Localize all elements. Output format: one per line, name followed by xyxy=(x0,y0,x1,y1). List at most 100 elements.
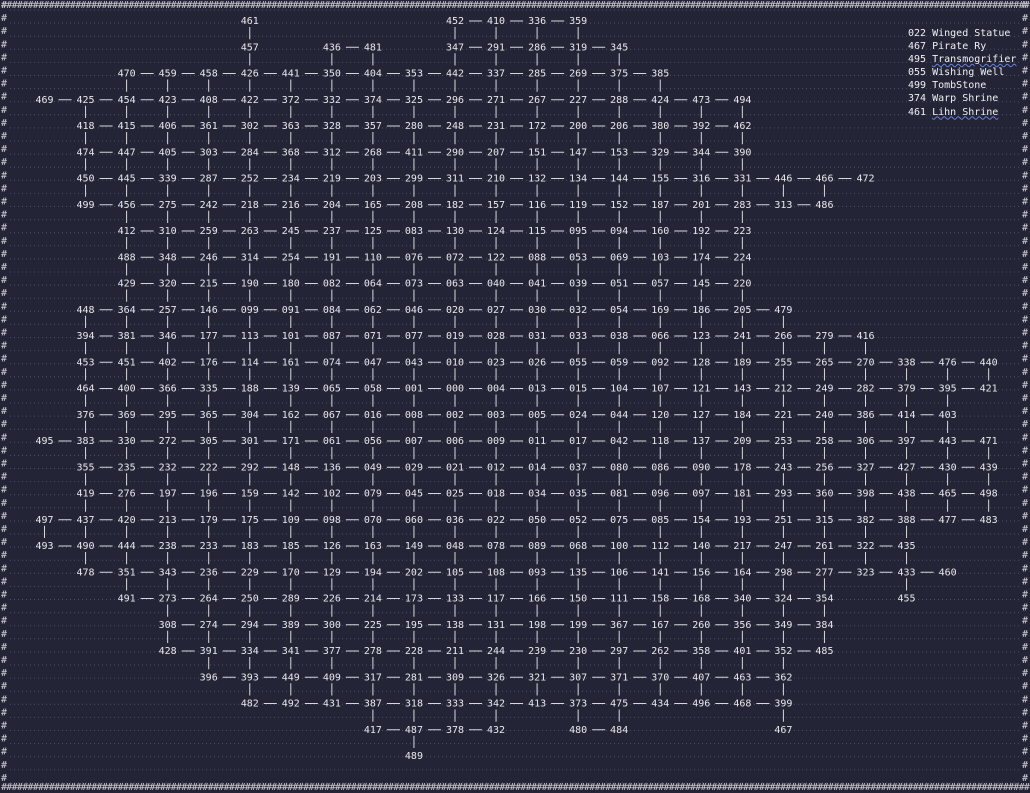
border-char: # xyxy=(1022,367,1028,378)
map-room: 181 xyxy=(733,489,751,500)
map-room: 240 xyxy=(815,410,833,421)
map-room: 051 xyxy=(610,279,628,290)
border-char: # xyxy=(1,642,7,653)
map-room: 361 xyxy=(200,121,218,132)
map-room: 465 xyxy=(939,489,957,500)
map-room: 412 xyxy=(118,226,136,237)
map-room: 293 xyxy=(774,489,792,500)
border-char: # xyxy=(1,183,7,194)
map-room: 182 xyxy=(446,200,464,211)
map-room: 324 xyxy=(774,594,792,605)
map-room: 042 xyxy=(610,436,628,447)
map-room: 007 xyxy=(405,436,423,447)
map-room: 452 xyxy=(446,16,464,27)
border-char: # xyxy=(1,694,7,705)
map-room: 154 xyxy=(692,515,710,526)
map-room: 257 xyxy=(159,305,177,316)
map-room: 309 xyxy=(446,672,464,683)
map-room: 399 xyxy=(774,699,792,710)
map-room: 159 xyxy=(241,489,259,500)
map-room: 224 xyxy=(733,252,751,263)
border-char: # xyxy=(1022,721,1028,732)
map-room: 389 xyxy=(282,620,300,631)
legend-item: 374 Warp Shrine xyxy=(908,92,1016,105)
map-room: 018 xyxy=(487,489,505,500)
map-room: 091 xyxy=(282,305,300,316)
map-room: 082 xyxy=(323,279,341,290)
map-room: 495 xyxy=(35,436,53,447)
map-room: 225 xyxy=(364,620,382,631)
map-room: 299 xyxy=(405,174,423,185)
map-room: 056 xyxy=(364,436,382,447)
map-room: 083 xyxy=(405,226,423,237)
map-room: 081 xyxy=(610,489,628,500)
map-room: 445 xyxy=(118,174,136,185)
map-room: 106 xyxy=(610,567,628,578)
legend-item: 055 Wishing Well xyxy=(908,66,1016,79)
border-char: # xyxy=(1022,92,1028,103)
map-room: 037 xyxy=(569,462,587,473)
map-room: 461 xyxy=(241,16,259,27)
map-room: 071 xyxy=(364,331,382,342)
map-room: 175 xyxy=(241,515,259,526)
map-room: 352 xyxy=(774,646,792,657)
map-room: 275 xyxy=(159,200,177,211)
map-room: 189 xyxy=(733,357,751,368)
map-room: 462 xyxy=(733,121,751,132)
map-room: 311 xyxy=(446,174,464,185)
map-room: 070 xyxy=(364,515,382,526)
map-room: 439 xyxy=(980,462,998,473)
map-room: 201 xyxy=(692,200,710,211)
border-char: # xyxy=(1022,511,1028,522)
border-char: # xyxy=(1,563,7,574)
border-char: # xyxy=(1022,183,1028,194)
border-char: # xyxy=(1,616,7,627)
map-room: 074 xyxy=(323,357,341,368)
map-room: 396 xyxy=(200,672,218,683)
map-room: 339 xyxy=(159,174,177,185)
border-char: # xyxy=(1022,590,1028,601)
border-char: # xyxy=(1022,79,1028,90)
map-room: 336 xyxy=(528,16,546,27)
map-room: 236 xyxy=(200,567,218,578)
map-room: 111 xyxy=(610,594,628,605)
map-room: 022 xyxy=(487,515,505,526)
border-char: # xyxy=(1022,576,1028,587)
map-room: 374 xyxy=(364,95,382,106)
map-room: 196 xyxy=(200,489,218,500)
map-room: 456 xyxy=(118,200,136,211)
map-room: 226 xyxy=(323,594,341,605)
map-room: 249 xyxy=(815,384,833,395)
map-room: 499 xyxy=(77,200,95,211)
map-room: 291 xyxy=(487,42,505,53)
map-room: 356 xyxy=(733,620,751,631)
map-room: 484 xyxy=(610,725,628,736)
map-room: 006 xyxy=(446,436,464,447)
map-room: 379 xyxy=(898,384,916,395)
map-room: 021 xyxy=(446,462,464,473)
border-char: # xyxy=(1022,26,1028,37)
map-room: 010 xyxy=(446,357,464,368)
map-room: 142 xyxy=(282,489,300,500)
border-char: # xyxy=(1,419,7,430)
map-room: 200 xyxy=(569,121,587,132)
map-room: 398 xyxy=(856,489,874,500)
map-room: 328 xyxy=(323,121,341,132)
map-room: 483 xyxy=(980,515,998,526)
map-room: 045 xyxy=(405,489,423,500)
border-char: # xyxy=(1,445,7,456)
map-room: 274 xyxy=(200,620,218,631)
legend-code: 374 xyxy=(908,93,927,105)
map-room: 169 xyxy=(651,305,669,316)
map-room: 157 xyxy=(487,200,505,211)
map-room: 490 xyxy=(77,541,95,552)
map-room: 166 xyxy=(528,594,546,605)
map-room: 120 xyxy=(651,410,669,421)
map-room: 301 xyxy=(241,436,259,447)
map-room: 424 xyxy=(651,95,669,106)
map-room: 033 xyxy=(569,331,587,342)
map-room: 307 xyxy=(569,672,587,683)
map-room: 365 xyxy=(200,410,218,421)
map-room: 463 xyxy=(733,672,751,683)
map-room: 048 xyxy=(446,541,464,552)
